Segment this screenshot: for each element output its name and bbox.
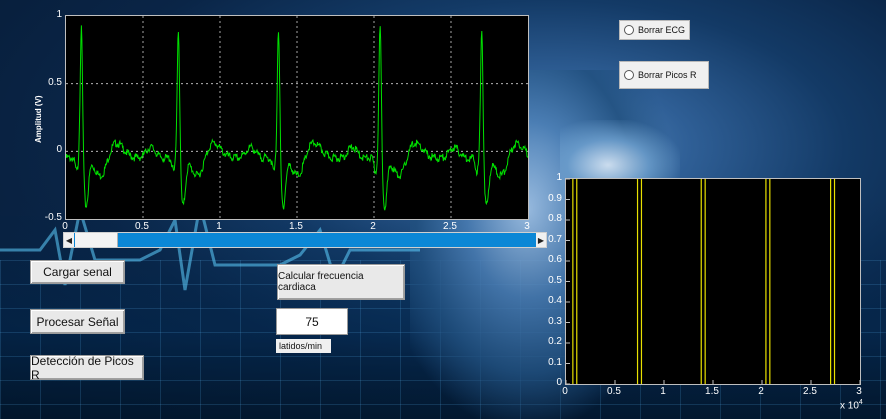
peaks-x-tick-label: 1 <box>660 386 666 397</box>
radio-borrar-picos[interactable]: Borrar Picos R <box>619 61 709 89</box>
ecg-y-tick-label: -0.5 <box>44 212 62 223</box>
ecg-x-tick-label: 1.5 <box>289 221 303 232</box>
heart-rate-unit-label: latidos/min <box>276 339 331 353</box>
peaks-y-tick-label: 0.8 <box>548 213 562 224</box>
peaks-y-tick-label: 0.4 <box>548 295 562 306</box>
peaks-y-tick-label: 0.5 <box>548 274 562 286</box>
peaks-plot-axes <box>565 178 861 385</box>
scroll-thumb[interactable] <box>75 233 118 247</box>
ecg-horizontal-scrollbar[interactable]: ◀ ▶ <box>63 232 547 248</box>
ecg-x-tick-label: 0 <box>62 221 68 232</box>
scroll-left-arrow-icon[interactable]: ◀ <box>64 233 74 247</box>
calcular-frecuencia-button[interactable]: Calcular frecuencia cardiaca <box>277 264 405 300</box>
peaks-y-tick-label: 0.1 <box>548 356 562 368</box>
ecg-y-tick-label: 1 <box>56 9 62 20</box>
peaks-y-tick-label: 0.6 <box>548 254 562 265</box>
ecg-x-tick-label: 2 <box>370 221 376 232</box>
peaks-x-tick-label: 0.5 <box>607 386 621 397</box>
radio-borrar-ecg-label: Borrar ECG <box>638 25 686 35</box>
peaks-x-tick-label: 3 <box>856 386 862 397</box>
procesar-senal-button[interactable]: Procesar Señal <box>30 309 125 334</box>
ecg-x-tick-label: 1 <box>216 221 222 232</box>
cargar-senal-button[interactable]: Cargar senal <box>30 260 125 284</box>
peaks-y-tick-label: 0.2 <box>548 336 562 347</box>
peaks-x-tick-label: 0 <box>562 386 568 397</box>
radio-borrar-ecg[interactable]: Borrar ECG <box>619 20 690 40</box>
radio-circle-icon[interactable] <box>624 70 634 80</box>
ecg-x-tick-label: 2.5 <box>443 221 457 232</box>
heart-rate-value-field[interactable]: 75 <box>276 308 348 335</box>
peaks-x-tick-label: 2 <box>758 386 764 397</box>
ecg-ylabel: Amplitud (V) <box>34 95 43 143</box>
ecg-x-tick-label: 0.5 <box>135 221 149 232</box>
scroll-right-arrow-icon[interactable]: ▶ <box>536 233 546 247</box>
ecg-y-tick-label: 0.5 <box>48 76 62 88</box>
peaks-x-tick-label: 1.5 <box>705 386 719 397</box>
peaks-y-tick-label: 1 <box>556 172 562 183</box>
ecg-y-tick-label: 0 <box>56 144 62 156</box>
peaks-plot-canvas <box>566 179 860 384</box>
peaks-y-tick-label: 0.9 <box>548 192 562 204</box>
ecg-plot-axes <box>65 15 529 220</box>
ecg-plot-canvas <box>66 16 528 219</box>
peaks-x-tick-label: 2.5 <box>803 386 817 397</box>
peaks-y-tick-label: 0.7 <box>548 233 562 245</box>
peaks-y-tick-label: 0 <box>556 377 562 388</box>
ecg-x-tick-label: 3 <box>524 221 530 232</box>
peaks-y-tick-label: 0.3 <box>548 315 562 327</box>
radio-borrar-picos-label: Borrar Picos R <box>638 70 697 80</box>
peaks-x-multiplier: x 104 <box>840 399 863 412</box>
radio-circle-icon[interactable] <box>624 25 634 35</box>
deteccion-picos-button[interactable]: Detección de Picos R <box>30 354 144 382</box>
